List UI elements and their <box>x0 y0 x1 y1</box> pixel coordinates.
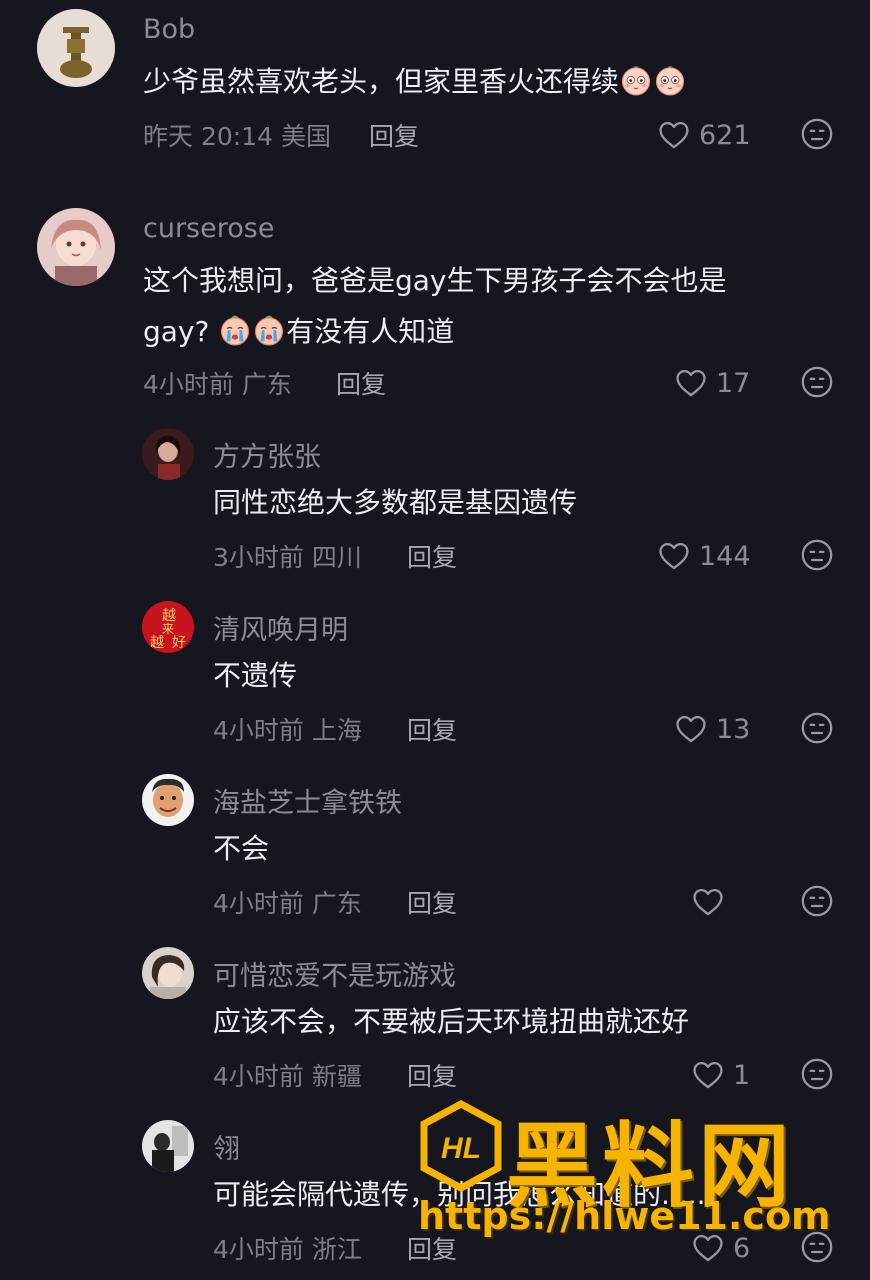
shy-emoji-icon <box>619 63 653 97</box>
comment-text: 应该不会，不要被后天环境扭曲就还好 <box>213 1005 690 1038</box>
like-count: 621 <box>699 119 751 151</box>
avatar[interactable] <box>142 1120 194 1172</box>
avatar[interactable] <box>37 208 115 286</box>
username[interactable]: curserose <box>143 213 274 244</box>
like-count: 17 <box>716 367 751 399</box>
reply-button[interactable]: 回复 <box>336 365 386 401</box>
watermark: HL 黑料网 https://hlwe11.com <box>418 1100 858 1245</box>
heart-icon <box>657 539 691 573</box>
comment-text: 不会 <box>213 832 270 865</box>
heart-icon <box>657 118 691 152</box>
username[interactable]: 海盐芝士拿铁铁 <box>213 781 402 820</box>
dislike-icon[interactable] <box>800 884 834 918</box>
crying-emoji-icon <box>218 313 252 347</box>
reply-button[interactable]: 回复 <box>407 1057 457 1093</box>
comment-text: 同性恋绝大多数都是基因遗传 <box>213 486 578 519</box>
avatar-seal-char: 好 <box>172 635 186 651</box>
shy-emoji-icon <box>653 63 687 97</box>
username[interactable]: 翎 <box>213 1127 240 1166</box>
dislike-icon[interactable] <box>800 538 834 572</box>
like-button[interactable]: 621 <box>657 115 751 155</box>
heart-icon <box>691 1058 725 1092</box>
comment-text-content: 少爷虽然喜欢老头，但家里香火还得续 <box>143 65 620 98</box>
comment-meta: 4小时前 广东 <box>143 370 292 399</box>
comment-text: 这个我想问，爸爸是gay生下男孩子会不会也是 gay? 有没有人知道 <box>143 255 793 357</box>
reply-button[interactable]: 回复 <box>369 117 419 153</box>
username[interactable]: Bob <box>143 14 195 45</box>
comment-text-content: 有没有人知道 <box>286 315 455 348</box>
comment-meta: 4小时前 新疆 <box>213 1062 362 1091</box>
heart-icon <box>691 885 725 919</box>
username[interactable]: 清风唤月明 <box>213 608 348 647</box>
comment-meta: 3小时前 四川 <box>213 543 362 572</box>
watermark-logo-text: HL <box>441 1132 481 1165</box>
comment-meta: 4小时前 浙江 <box>213 1235 362 1264</box>
comment-text-line: 这个我想问，爸爸是gay生下男孩子会不会也是 <box>143 264 727 297</box>
dislike-icon[interactable] <box>800 365 834 399</box>
comment-text-line: gay? 有没有人知道 <box>143 306 793 357</box>
avatar-seal-char: 越 <box>150 635 164 651</box>
reply-button[interactable]: 回复 <box>407 884 457 920</box>
comment-text: 少爷虽然喜欢老头，但家里香火还得续 <box>143 56 793 107</box>
username[interactable]: 方方张张 <box>213 435 321 474</box>
avatar[interactable] <box>142 428 194 480</box>
like-button[interactable]: 13 <box>674 709 750 749</box>
watermark-logo-icon: HL <box>420 1100 502 1192</box>
watermark-url: https://hlwe11.com <box>418 1194 831 1238</box>
avatar[interactable] <box>142 774 194 826</box>
avatar[interactable]: 越 来 越 好 <box>142 601 194 653</box>
like-button[interactable] <box>691 882 733 922</box>
dislike-icon[interactable] <box>800 1057 834 1091</box>
like-count: 13 <box>716 713 751 745</box>
comment-meta: 4小时前 上海 <box>213 716 362 745</box>
reply-button[interactable]: 回复 <box>407 711 457 747</box>
dislike-icon[interactable] <box>800 117 834 151</box>
crying-emoji-icon <box>252 313 286 347</box>
like-button[interactable]: 17 <box>674 363 750 403</box>
comment-text-content: gay? <box>143 315 210 348</box>
reply-button[interactable]: 回复 <box>407 538 457 574</box>
heart-icon <box>674 366 708 400</box>
avatar[interactable] <box>37 9 115 87</box>
heart-icon <box>674 712 708 746</box>
dislike-icon[interactable] <box>800 711 834 745</box>
username[interactable]: 可惜恋爱不是玩游戏 <box>213 954 456 993</box>
comment-meta: 4小时前 广东 <box>213 889 362 918</box>
comment-meta: 昨天 20:14 美国 <box>143 122 331 151</box>
avatar-seal-char: 来 <box>162 622 174 636</box>
like-count: 1 <box>733 1059 751 1091</box>
like-count: 144 <box>699 540 751 572</box>
like-button[interactable]: 1 <box>691 1055 750 1095</box>
avatar[interactable] <box>142 947 194 999</box>
like-button[interactable]: 144 <box>657 536 751 576</box>
comment-text: 不遗传 <box>213 659 298 692</box>
